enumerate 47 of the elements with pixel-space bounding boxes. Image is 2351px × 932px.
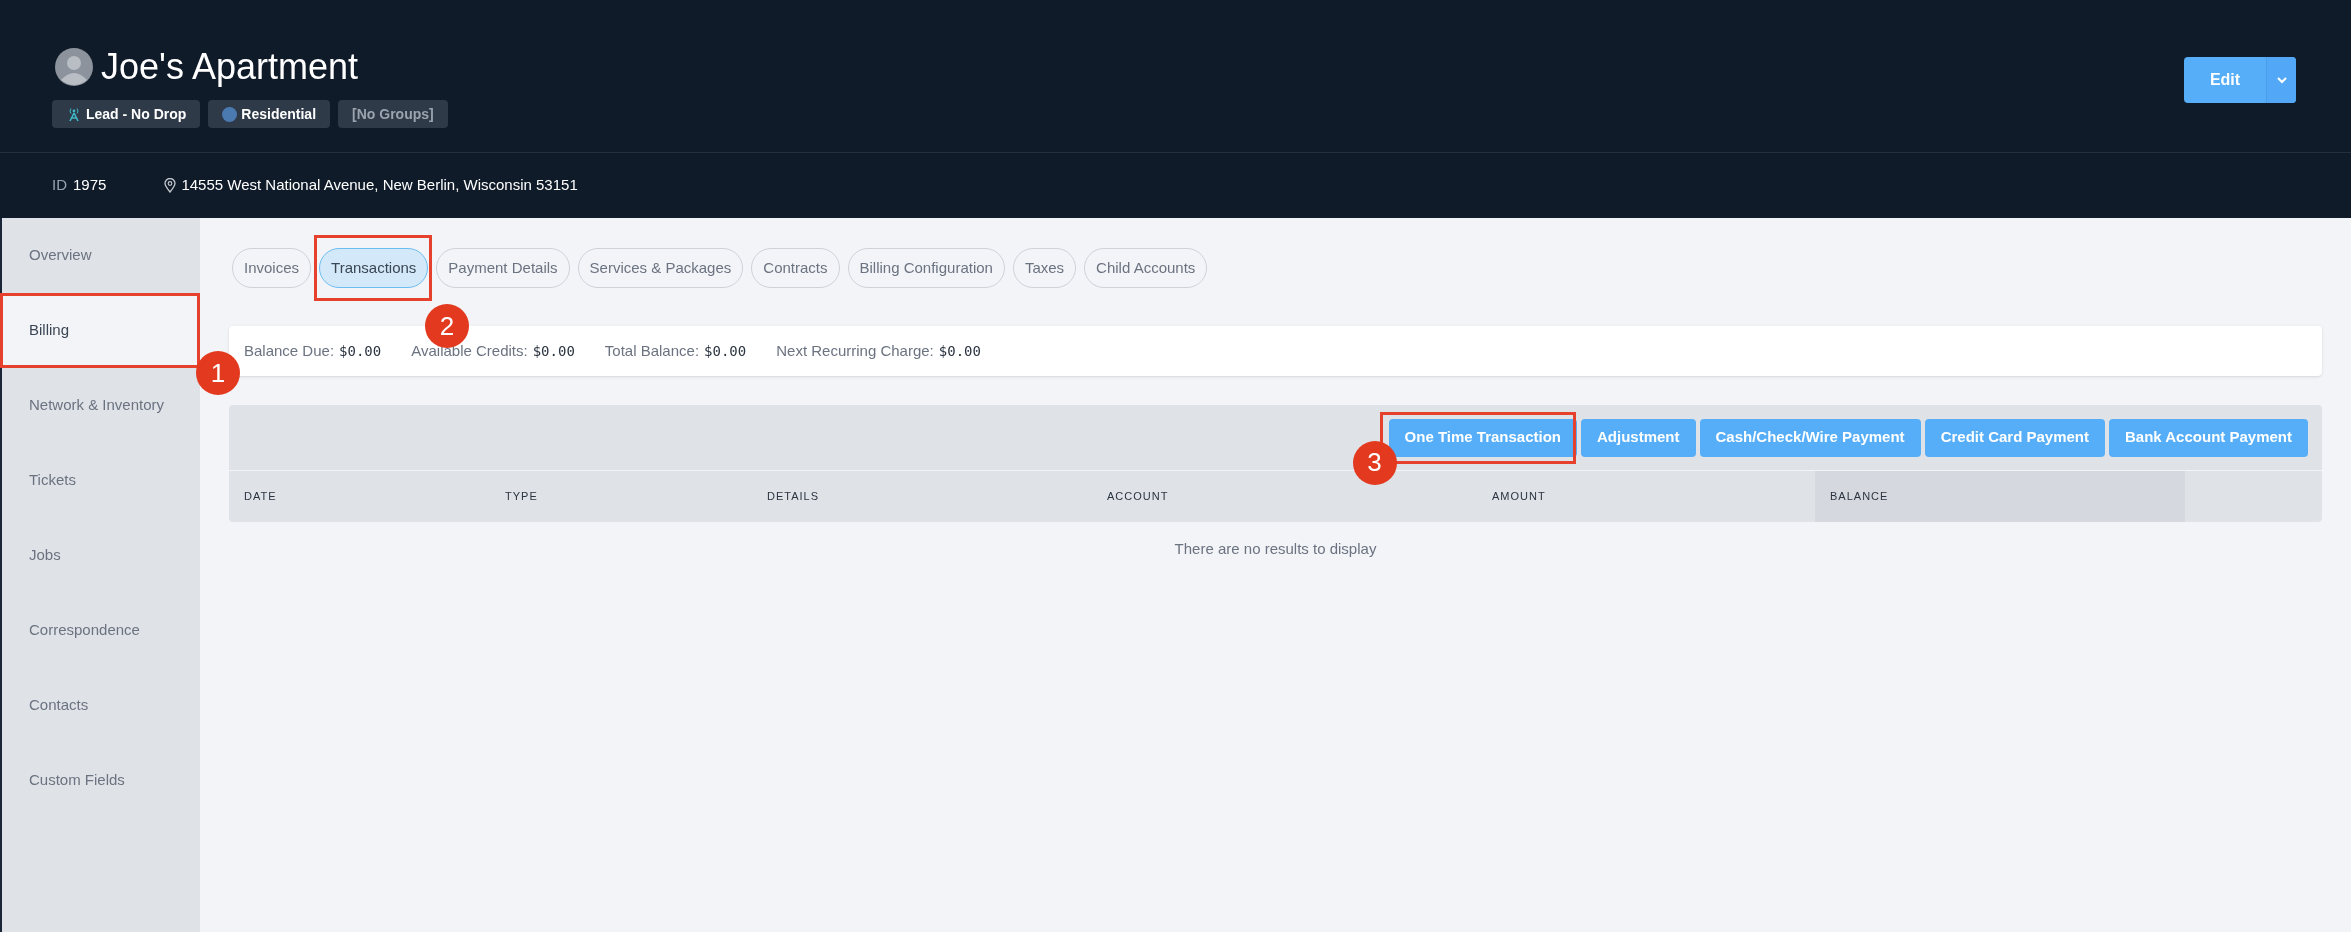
empty-state-message: There are no results to display xyxy=(1173,539,1378,559)
tab[interactable]: Child Accounts xyxy=(1084,248,1208,288)
balance-label: Total Balance: xyxy=(604,340,700,361)
tab[interactable]: Transactions xyxy=(319,248,429,288)
balance-label: Next Recurring Charge: xyxy=(776,340,934,361)
tab[interactable]: Billing Configuration xyxy=(847,248,1005,288)
tag-label: [No Groups] xyxy=(352,104,434,124)
step-number-badge: 3 xyxy=(1352,440,1397,485)
chevron-down-icon xyxy=(2275,76,2288,84)
tab[interactable]: Invoices xyxy=(232,248,312,288)
tag-label: Lead - No Drop xyxy=(86,104,187,124)
balance-value: $0.00 xyxy=(339,341,382,361)
tab[interactable]: Taxes xyxy=(1012,248,1077,288)
column-header[interactable]: TYPE xyxy=(505,471,767,522)
tag-label: Residential xyxy=(241,104,317,124)
sidebar-item[interactable]: Overview xyxy=(2,218,200,293)
step-number-badge: 1 xyxy=(196,351,240,395)
sidebar-item[interactable]: Contacts xyxy=(2,668,200,743)
id-value: 1975 xyxy=(73,175,107,196)
account-title: Joe's Apartment xyxy=(101,45,358,89)
column-header[interactable]: DETAILS xyxy=(767,471,1107,522)
action-button[interactable]: Adjustment xyxy=(1581,418,1696,457)
tab[interactable]: Services & Packages xyxy=(577,248,744,288)
tab[interactable]: Contracts xyxy=(751,248,840,288)
address-text: 14555 West National Avenue, New Berlin, Wisconsin 53151 xyxy=(181,175,578,196)
sidebar-item[interactable]: Jobs xyxy=(2,518,200,593)
balance-value: $0.00 xyxy=(938,341,981,361)
action-button[interactable]: Bank Account Payment xyxy=(2109,418,2308,457)
location-pin-icon xyxy=(164,178,177,193)
avatar-icon xyxy=(55,48,93,86)
action-button[interactable]: One Time Transaction xyxy=(1388,418,1577,457)
column-header[interactable]: DATE xyxy=(244,471,505,522)
balance-value: $0.00 xyxy=(532,341,575,361)
id-label: ID xyxy=(52,175,67,196)
sidebar-item[interactable]: Tickets xyxy=(2,443,200,518)
antenna-icon xyxy=(66,106,82,122)
sidebar-item[interactable]: Correspondence xyxy=(2,593,200,668)
action-button[interactable]: Cash/Check/Wire Payment xyxy=(1699,418,1921,457)
column-header[interactable]: AMOUNT xyxy=(1492,471,1815,522)
sidebar-item[interactable]: Custom Fields xyxy=(2,743,200,818)
tab[interactable]: Payment Details xyxy=(436,248,570,288)
column-header[interactable]: BALANCE xyxy=(1815,471,2185,522)
dropdown-toggle[interactable] xyxy=(2266,57,2296,103)
balance-label: Balance Due: xyxy=(244,340,335,361)
edit-button[interactable]: Edit xyxy=(2184,57,2266,103)
balance-value: $0.00 xyxy=(704,341,747,361)
action-button[interactable]: Credit Card Payment xyxy=(1924,418,2105,457)
